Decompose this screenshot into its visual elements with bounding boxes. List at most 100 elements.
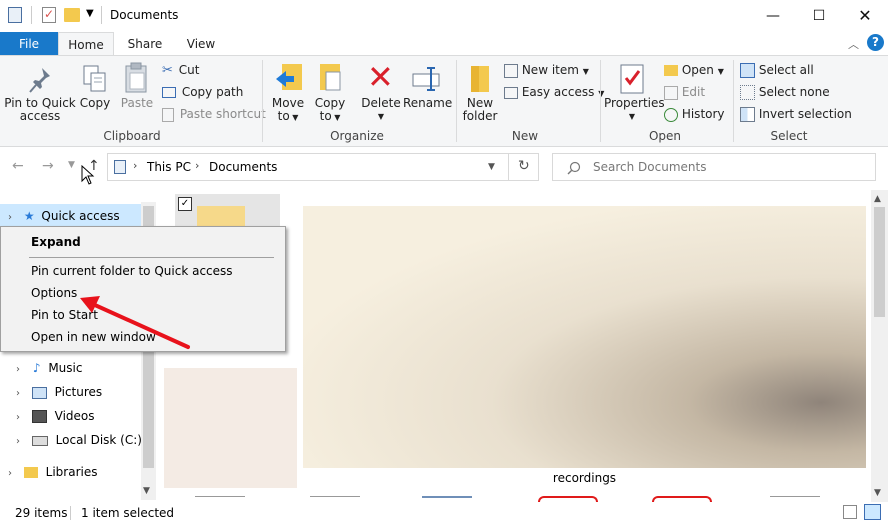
cut-button[interactable]: ✂ Cut: [162, 63, 199, 78]
pictures-icon: [31, 386, 47, 399]
menu-item-pin-quick-access[interactable]: Pin current folder to Quick access: [31, 264, 233, 278]
delete-button[interactable]: ✕ Delete ▼: [360, 58, 402, 124]
open-button[interactable]: Open ▼: [664, 63, 724, 77]
move-to-icon: [276, 64, 302, 90]
paste-shortcut-button[interactable]: Paste shortcut: [162, 107, 266, 122]
item-count: 29 items: [15, 506, 68, 520]
easy-access-icon: [504, 86, 518, 99]
history-button[interactable]: History: [664, 107, 725, 122]
new-item-button[interactable]: New item ▼: [504, 63, 589, 78]
content-scroll-thumb[interactable]: [874, 207, 885, 317]
select-none-button[interactable]: Select none: [740, 85, 830, 100]
paste-shortcut-icon: [162, 107, 174, 122]
back-icon[interactable]: ←: [12, 158, 24, 174]
scroll-up-icon[interactable]: ▲: [874, 194, 881, 204]
nav-item-local-disk[interactable]: › Local Disk (C:): [0, 428, 142, 452]
collapse-ribbon-icon[interactable]: ︿: [848, 36, 859, 52]
paste-button[interactable]: Paste: [118, 62, 156, 124]
nav-item-music[interactable]: › ♪ Music: [0, 356, 142, 380]
nav-item-pictures[interactable]: › Pictures: [0, 380, 142, 404]
recent-locations-icon[interactable]: ▼: [68, 160, 75, 170]
expand-arrow-icon: ›: [16, 436, 20, 447]
easy-access-button[interactable]: Easy access ▼: [504, 85, 604, 99]
cut-label: Cut: [178, 63, 200, 77]
edit-icon: [664, 85, 678, 100]
divider: [31, 6, 32, 24]
thumbnail-label-recordings[interactable]: recordings: [303, 471, 866, 485]
move-label-line2: to: [277, 109, 290, 123]
menu-item-expand[interactable]: Expand: [31, 235, 81, 249]
address-bar[interactable]: › This PC › Documents ▼ ↻: [107, 153, 539, 181]
group-label-select: Select: [770, 129, 808, 143]
expand-arrow-icon: ›: [16, 388, 20, 399]
status-bar: 29 items 1 item selected: [0, 502, 888, 525]
pin-label-line2: access: [19, 109, 61, 123]
search-icon: [567, 161, 581, 175]
refresh-icon[interactable]: ↻: [518, 158, 530, 174]
tab-share[interactable]: Share: [118, 32, 172, 56]
details-view-icon[interactable]: [843, 505, 857, 519]
nav-item-libraries[interactable]: › Libraries: [0, 460, 142, 484]
close-button[interactable]: ✕: [842, 0, 888, 32]
nav-label: Pictures: [54, 385, 103, 399]
properties-button[interactable]: Properties ▼: [604, 62, 665, 124]
tab-home[interactable]: Home: [58, 32, 114, 56]
breadcrumb-separator: ›: [195, 159, 200, 172]
rename-label: Rename: [403, 96, 453, 110]
expand-arrow-icon: ›: [16, 412, 20, 423]
scroll-down-icon[interactable]: ▼: [143, 486, 150, 496]
nav-label: Quick access: [41, 209, 120, 223]
copy-path-button[interactable]: Copy path: [162, 85, 243, 99]
scroll-down-icon[interactable]: ▼: [874, 488, 881, 498]
breadcrumb-this-pc[interactable]: This PC: [147, 160, 191, 174]
divider: [70, 506, 71, 520]
group-divider: [456, 60, 457, 142]
copy-path-label: Copy path: [181, 85, 244, 99]
invert-selection-button[interactable]: Invert selection: [740, 107, 852, 122]
scissors-icon: ✂: [162, 63, 173, 78]
select-none-label: Select none: [758, 85, 830, 99]
customize-toolbar-icon[interactable]: ▼: [86, 8, 94, 19]
select-all-icon: [740, 63, 755, 78]
videos-icon: [31, 410, 47, 423]
copy-icon: [83, 65, 106, 92]
paste-shortcut-label: Paste shortcut: [179, 107, 266, 121]
history-label: History: [681, 107, 725, 121]
image-thumbnail-2[interactable]: [164, 368, 297, 488]
help-icon[interactable]: ?: [867, 34, 884, 51]
edit-button[interactable]: Edit: [664, 85, 705, 100]
folder-icon[interactable]: [64, 8, 80, 22]
move-to-button[interactable]: Move to ▼: [268, 62, 308, 124]
delete-label: Delete: [361, 96, 401, 110]
forward-icon[interactable]: →: [42, 158, 54, 174]
search-box[interactable]: Search Documents: [552, 153, 876, 181]
breadcrumb-documents[interactable]: Documents: [209, 160, 277, 174]
copy-to-button[interactable]: Copy to ▼: [310, 62, 350, 124]
expand-arrow-icon: ›: [8, 212, 12, 223]
libraries-icon: [23, 467, 38, 478]
nav-item-videos[interactable]: › Videos: [0, 404, 142, 428]
invert-selection-icon: [740, 107, 755, 122]
copy-button[interactable]: Copy: [78, 62, 112, 124]
select-all-button[interactable]: Select all: [740, 63, 814, 78]
rename-button[interactable]: Rename: [403, 62, 453, 124]
address-history-icon[interactable]: ▼: [488, 162, 495, 172]
title-bar: ✓ ▼ Documents — ☐ ✕: [0, 0, 888, 32]
select-all-label: Select all: [758, 63, 814, 77]
new-folder-button[interactable]: New folder: [460, 62, 500, 124]
maximize-button[interactable]: ☐: [796, 0, 842, 32]
properties-icon: [620, 64, 644, 94]
large-icons-view-icon[interactable]: [864, 504, 881, 520]
properties-icon[interactable]: [8, 7, 22, 23]
nav-item-quick-access[interactable]: › ★ Quick access: [0, 204, 142, 228]
history-icon: [664, 107, 678, 122]
image-thumbnail[interactable]: [303, 206, 866, 468]
rename-icon: [412, 67, 440, 91]
pin-to-quick-access-button[interactable]: Pin to Quick access: [4, 62, 76, 124]
annotation-arrow-icon: [80, 296, 190, 349]
minimize-button[interactable]: —: [750, 0, 796, 32]
tab-view[interactable]: View: [174, 32, 228, 56]
checklist-icon[interactable]: ✓: [42, 7, 56, 23]
tab-file[interactable]: File: [0, 32, 58, 56]
checkbox-icon[interactable]: ✓: [178, 197, 192, 211]
